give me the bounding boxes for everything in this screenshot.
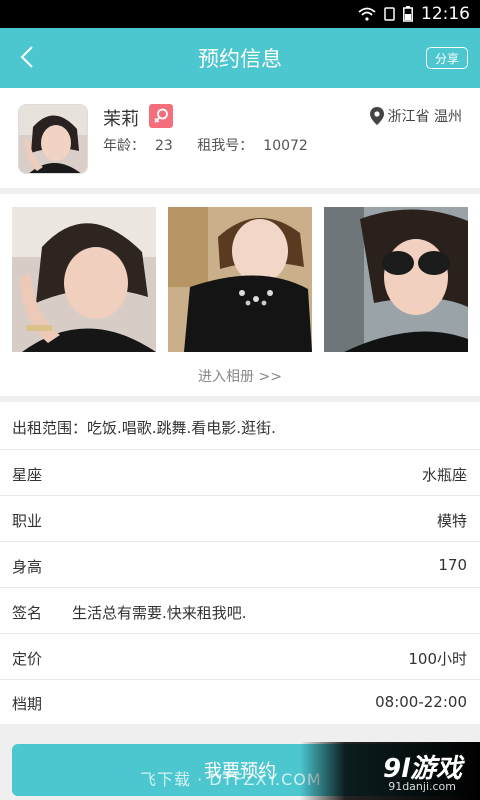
detail-label: 签名 xyxy=(12,604,43,622)
avatar[interactable] xyxy=(18,104,88,174)
detail-row: 职业 模特 xyxy=(0,496,480,542)
id-value: 10072 xyxy=(263,138,308,154)
album-link[interactable]: 进入相册 >> xyxy=(0,366,480,386)
female-icon xyxy=(149,104,173,128)
rental-scope: 出租范围：吃饭.唱歌.跳舞.看电影.逛街. xyxy=(12,419,276,437)
battery-icon xyxy=(403,6,413,22)
profile-card: 茉莉 年龄： 23 租我号： 10072 浙江省 温州 xyxy=(0,88,480,188)
user-name: 茉莉 xyxy=(103,109,139,130)
details-list: 出租范围：吃饭.唱歌.跳舞.看电影.逛街. 星座 水瓶座 职业 模特 身高 17… xyxy=(0,402,480,724)
detail-label: 档期 xyxy=(12,695,43,713)
detail-row: 星座 水瓶座 xyxy=(0,450,480,496)
location-text: 浙江省 温州 xyxy=(387,109,462,125)
watermark-text: 飞下载 · DTFZXY.COM xyxy=(140,770,322,789)
detail-row: 定价 100小时 xyxy=(0,634,480,680)
share-button[interactable]: 分享 xyxy=(425,47,468,69)
detail-value: 100小时 xyxy=(408,650,467,668)
sim-icon xyxy=(384,7,395,21)
detail-row: 签名 生活总有需要.快来租我吧. xyxy=(0,588,480,634)
status-bar: 12:16 xyxy=(0,0,480,28)
watermark-logo-url: 91danji.com xyxy=(388,780,456,793)
avatar-photo xyxy=(19,105,87,173)
signature-value: 生活总有需要.快来租我吧. xyxy=(72,604,247,622)
detail-value: 水瓶座 xyxy=(421,466,467,484)
wifi-icon xyxy=(358,7,376,21)
detail-value: 170 xyxy=(438,556,467,574)
detail-row: 档期 08:00-22:00 xyxy=(0,680,480,724)
id-label: 租我号： xyxy=(197,138,254,154)
status-time: 12:16 xyxy=(421,4,470,24)
user-meta: 年龄： 23 租我号： 10072 xyxy=(103,135,328,155)
detail-label: 星座 xyxy=(12,466,43,484)
location: 浙江省 温州 xyxy=(369,106,462,126)
back-icon[interactable] xyxy=(14,42,44,72)
rental-scope-row: 出租范围：吃饭.唱歌.跳舞.看电影.逛街. xyxy=(0,402,480,450)
detail-label: 职业 xyxy=(12,512,43,530)
detail-row: 身高 170 xyxy=(0,542,480,588)
title-bar: 预约信息 分享 xyxy=(0,28,480,88)
gallery-photo[interactable] xyxy=(324,207,468,352)
gallery-photo[interactable] xyxy=(168,207,312,352)
age-label: 年龄： xyxy=(103,138,145,154)
gallery-photo[interactable] xyxy=(12,207,156,352)
detail-label: 定价 xyxy=(12,650,43,668)
age-value: 23 xyxy=(155,138,173,154)
watermark-logo: 9l游戏 91danji.com xyxy=(300,742,480,800)
page-title: 预约信息 xyxy=(198,47,282,71)
detail-value: 08:00-22:00 xyxy=(375,693,467,711)
detail-label: 身高 xyxy=(12,558,43,576)
detail-value: 模特 xyxy=(436,512,467,530)
location-pin-icon xyxy=(369,107,384,125)
photo-gallery: 进入相册 >> xyxy=(0,194,480,396)
